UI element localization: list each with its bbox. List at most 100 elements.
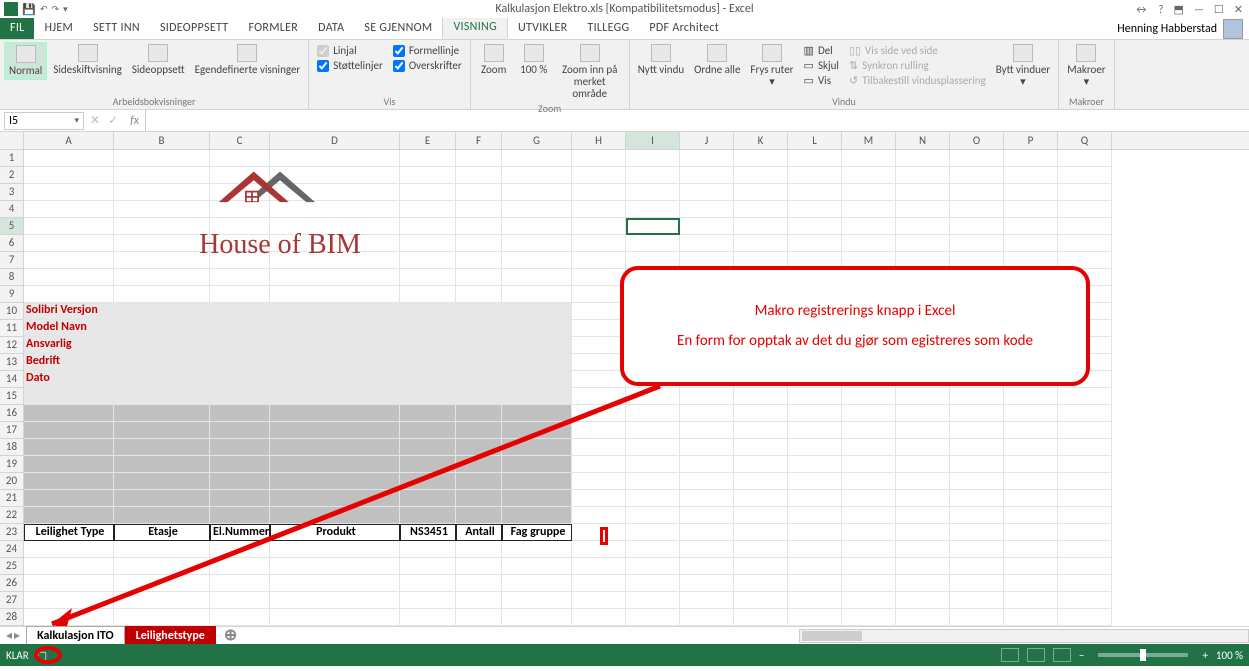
cell-Q16[interactable] <box>1058 405 1112 422</box>
cell-C24[interactable] <box>210 541 270 558</box>
cell-G23[interactable]: Fag gruppe <box>502 524 572 541</box>
cell-N5[interactable] <box>896 218 950 235</box>
cell-C2[interactable] <box>210 167 270 184</box>
cell-H11[interactable] <box>572 320 626 337</box>
cell-I25[interactable] <box>626 558 680 575</box>
sheet-tab-2[interactable]: Leilighetstype <box>125 626 216 645</box>
cell-M22[interactable] <box>842 507 896 524</box>
cell-P20[interactable] <box>1004 473 1058 490</box>
cell-D7[interactable] <box>270 252 400 269</box>
cell-F7[interactable] <box>456 252 502 269</box>
cell-A2[interactable] <box>24 167 114 184</box>
cell-K6[interactable] <box>734 235 788 252</box>
cell-C9[interactable] <box>210 286 270 303</box>
cell-L21[interactable] <box>788 490 842 507</box>
cell-A20[interactable] <box>24 473 114 490</box>
zoom-100-button[interactable]: 100 % <box>515 42 553 78</box>
cell-G20[interactable] <box>502 473 572 490</box>
row-header-2[interactable]: 2 <box>0 167 24 184</box>
cell-D11[interactable] <box>270 320 400 337</box>
cell-J1[interactable] <box>680 150 734 167</box>
cell-G11[interactable] <box>502 320 572 337</box>
cell-F14[interactable] <box>456 371 502 388</box>
cell-K2[interactable] <box>734 167 788 184</box>
cell-B20[interactable] <box>114 473 210 490</box>
cell-D5[interactable] <box>270 218 400 235</box>
cell-N21[interactable] <box>896 490 950 507</box>
check-gridlines[interactable]: Støttelinjer <box>317 59 383 72</box>
cell-O25[interactable] <box>950 558 1004 575</box>
cell-B12[interactable] <box>114 337 210 354</box>
cell-N23[interactable] <box>896 524 950 541</box>
cell-L3[interactable] <box>788 184 842 201</box>
col-K[interactable]: K <box>734 132 788 149</box>
col-E[interactable]: E <box>400 132 456 149</box>
cell-K24[interactable] <box>734 541 788 558</box>
cell-B6[interactable] <box>114 235 210 252</box>
cell-G6[interactable] <box>502 235 572 252</box>
cell-F12[interactable] <box>456 337 502 354</box>
cell-D10[interactable] <box>270 303 400 320</box>
cell-C23[interactable]: El.Nummer <box>210 524 270 541</box>
cell-F20[interactable] <box>456 473 502 490</box>
cell-Q2[interactable] <box>1058 167 1112 184</box>
cell-D4[interactable] <box>270 201 400 218</box>
cell-A11[interactable]: Model Navn <box>24 320 114 337</box>
cell-L26[interactable] <box>788 575 842 592</box>
cell-C1[interactable] <box>210 150 270 167</box>
row-header-5[interactable]: 5 <box>0 218 24 235</box>
cell-J19[interactable] <box>680 456 734 473</box>
cell-M4[interactable] <box>842 201 896 218</box>
cell-P18[interactable] <box>1004 439 1058 456</box>
cell-I16[interactable] <box>626 405 680 422</box>
cell-D17[interactable] <box>270 422 400 439</box>
cell-L15[interactable] <box>788 388 842 405</box>
cell-I3[interactable] <box>626 184 680 201</box>
cell-N18[interactable] <box>896 439 950 456</box>
cell-G3[interactable] <box>502 184 572 201</box>
cell-D8[interactable] <box>270 269 400 286</box>
cell-O18[interactable] <box>950 439 1004 456</box>
cell-F9[interactable] <box>456 286 502 303</box>
cell-I6[interactable] <box>626 235 680 252</box>
cell-M1[interactable] <box>842 150 896 167</box>
cell-I19[interactable] <box>626 456 680 473</box>
col-C[interactable]: C <box>210 132 270 149</box>
cell-F23[interactable]: Antall <box>456 524 502 541</box>
view-custom-button[interactable]: Egendefinerte visninger <box>191 42 305 78</box>
cell-B10[interactable] <box>114 303 210 320</box>
cell-A3[interactable] <box>24 184 114 201</box>
cell-A7[interactable] <box>24 252 114 269</box>
cell-A5[interactable] <box>24 218 114 235</box>
cell-Q23[interactable] <box>1058 524 1112 541</box>
cell-E8[interactable] <box>400 269 456 286</box>
cell-L17[interactable] <box>788 422 842 439</box>
cell-C16[interactable] <box>210 405 270 422</box>
cell-A9[interactable] <box>24 286 114 303</box>
cell-J3[interactable] <box>680 184 734 201</box>
cell-E24[interactable] <box>400 541 456 558</box>
cell-G2[interactable] <box>502 167 572 184</box>
cell-H18[interactable] <box>572 439 626 456</box>
cell-P2[interactable] <box>1004 167 1058 184</box>
cell-N2[interactable] <box>896 167 950 184</box>
cell-L24[interactable] <box>788 541 842 558</box>
cell-H25[interactable] <box>572 558 626 575</box>
cell-F5[interactable] <box>456 218 502 235</box>
cell-O1[interactable] <box>950 150 1004 167</box>
cell-B18[interactable] <box>114 439 210 456</box>
maximize-icon[interactable]: ☐ <box>1214 3 1224 16</box>
cell-P17[interactable] <box>1004 422 1058 439</box>
cell-F3[interactable] <box>456 184 502 201</box>
cell-M5[interactable] <box>842 218 896 235</box>
tab-file[interactable]: FIL <box>0 17 34 39</box>
cell-H1[interactable] <box>572 150 626 167</box>
row-header-27[interactable]: 27 <box>0 592 24 609</box>
pagelayout-view-icon[interactable] <box>1027 648 1045 662</box>
sheet-nav-next-icon[interactable]: ▸ <box>14 628 20 643</box>
cell-B14[interactable] <box>114 371 210 388</box>
cell-B3[interactable] <box>114 184 210 201</box>
col-I[interactable]: I <box>626 132 680 149</box>
cell-P1[interactable] <box>1004 150 1058 167</box>
row-header-20[interactable]: 20 <box>0 473 24 490</box>
